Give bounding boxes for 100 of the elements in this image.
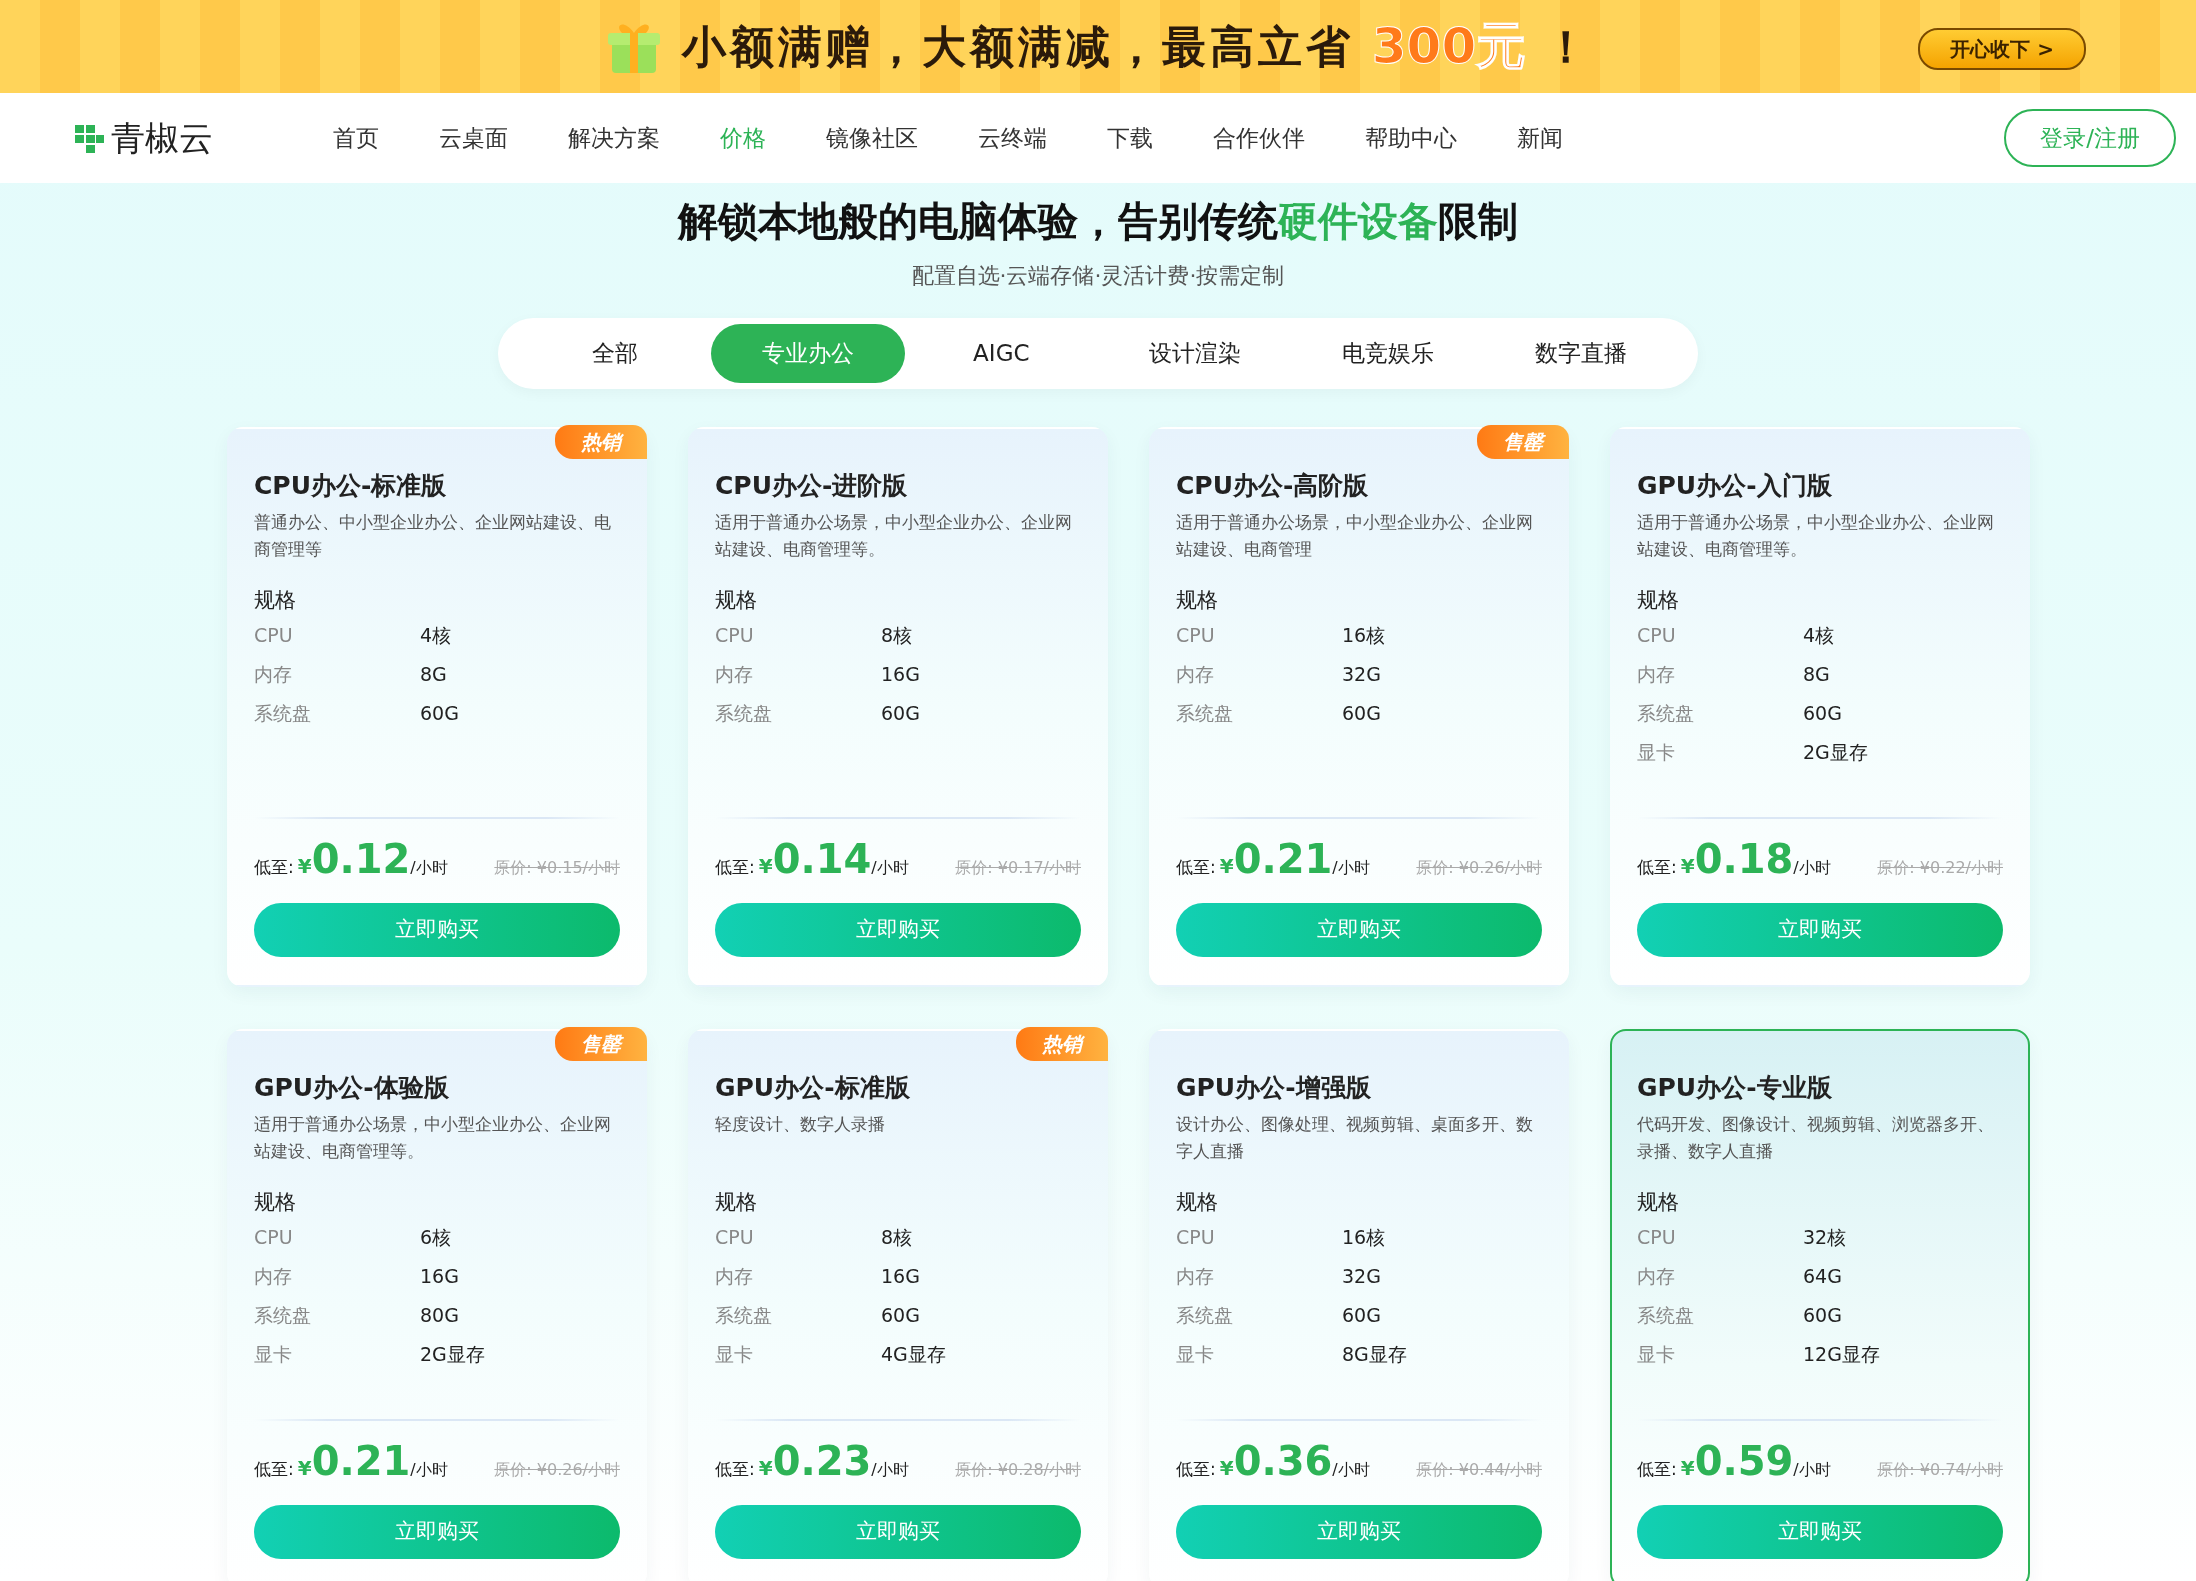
plan-title: GPU办公-体验版: [254, 1072, 450, 1103]
spec-label: CPU: [254, 623, 294, 649]
category-tab[interactable]: 电竞娱乐: [1291, 324, 1485, 383]
plan-description: 适用于普通办公场景，中小型企业办公、企业网站建设、电商管理等。: [715, 510, 1073, 561]
nav-link[interactable]: 云终端: [948, 120, 1077, 156]
original-price: 原价: ¥0.26/小时: [1416, 856, 1542, 879]
spec-label: CPU: [1176, 623, 1216, 649]
plan-tag: 售罄: [555, 1026, 647, 1061]
plan-description: 适用于普通办公场景，中小型企业办公、企业网站建设、电商管理: [1176, 510, 1534, 561]
plan-title: CPU办公-标准版: [254, 470, 448, 501]
spec-label: 内存: [1637, 662, 1676, 688]
nav-link[interactable]: 解决方案: [538, 120, 690, 156]
price-value: 0.59: [1694, 1437, 1794, 1484]
spec-value: 60G: [420, 701, 459, 727]
spec-label: 内存: [1637, 1264, 1676, 1290]
nav-link[interactable]: 新闻: [1487, 120, 1593, 156]
price-value: 0.21: [1233, 835, 1333, 882]
price-unit: /小时: [1332, 857, 1370, 877]
original-price: 原价: ¥0.22/小时: [1877, 856, 2003, 879]
original-price: 原价: ¥0.26/小时: [494, 1458, 620, 1481]
nav-link[interactable]: 云桌面: [409, 120, 538, 156]
plan-title: GPU办公-标准版: [715, 1072, 911, 1103]
price-value: 0.23: [772, 1437, 872, 1484]
spec-value: 12G显存: [1803, 1342, 1880, 1368]
spec-label: 显卡: [1176, 1342, 1215, 1368]
original-price: 原价: ¥0.15/小时: [494, 856, 620, 879]
spec-value: 8核: [881, 1225, 913, 1251]
spec-value: 6核: [420, 1225, 452, 1251]
price-unit: /小时: [871, 1459, 909, 1479]
spec-label: 系统盘: [1176, 701, 1234, 727]
spec-label: CPU: [1637, 623, 1677, 649]
spec-value: 32G: [1342, 1264, 1381, 1290]
nav-link[interactable]: 合作伙伴: [1183, 120, 1335, 156]
price-label: 低至:: [254, 1458, 294, 1479]
nav-link[interactable]: 下载: [1077, 120, 1183, 156]
price-label: 低至:: [715, 1458, 755, 1479]
spec-label: 系统盘: [254, 701, 312, 727]
spec-value: 60G: [1803, 1303, 1842, 1329]
plan-description: 轻度设计、数字人录播: [715, 1112, 886, 1136]
promo-banner[interactable]: 小额满赠，大额满减，最高立省 300元 ！ 开心收下 >: [0, 0, 2196, 93]
price-label: 低至:: [1637, 1458, 1677, 1479]
spec-label: 系统盘: [1637, 1303, 1695, 1329]
spec-heading: 规格: [715, 586, 758, 614]
spec-value: 32G: [1342, 662, 1381, 688]
price-unit: /小时: [410, 857, 448, 877]
plan-description: 设计办公、图像处理、视频剪辑、桌面多开、数字人直播: [1176, 1112, 1534, 1163]
nav-link[interactable]: 镜像社区: [796, 120, 948, 156]
currency-sign: ¥: [297, 853, 312, 878]
plan-description: 适用于普通办公场景，中小型企业办公、企业网站建设、电商管理等。: [1637, 510, 1995, 561]
original-price: 原价: ¥0.74/小时: [1877, 1458, 2003, 1481]
spec-value: 8G: [420, 662, 447, 688]
spec-label: CPU: [254, 1225, 294, 1251]
spec-value: 4核: [420, 623, 452, 649]
spec-value: 8G显存: [1342, 1342, 1407, 1368]
spec-value: 64G: [1803, 1264, 1842, 1290]
price-value: 0.36: [1233, 1437, 1333, 1484]
plan-title: CPU办公-进阶版: [715, 470, 909, 501]
plan-title: GPU办公-专业版: [1637, 1072, 1833, 1103]
original-price: 原价: ¥0.28/小时: [955, 1458, 1081, 1481]
price-unit: /小时: [1793, 1459, 1831, 1479]
original-price: 原价: ¥0.17/小时: [955, 856, 1081, 879]
spec-label: 系统盘: [254, 1303, 312, 1329]
price-label: 低至:: [715, 856, 755, 877]
logo-text: 青椒云: [111, 116, 213, 160]
currency-sign: ¥: [758, 1455, 773, 1480]
plan-tag: 热销: [1016, 1026, 1108, 1061]
price-label: 低至:: [1176, 856, 1216, 877]
promo-exclamation: ！: [1544, 19, 1593, 74]
price-unit: /小时: [410, 1459, 448, 1479]
spec-value: 60G: [1342, 1303, 1381, 1329]
category-tab[interactable]: AIGC: [904, 324, 1098, 383]
spec-heading: 规格: [254, 586, 297, 614]
logo-icon: [75, 123, 105, 153]
plan-tag: 售罄: [1477, 424, 1569, 459]
currency-sign: ¥: [297, 1455, 312, 1480]
spec-label: 内存: [1176, 1264, 1215, 1290]
currency-sign: ¥: [1219, 853, 1234, 878]
price-value: 0.12: [311, 835, 411, 882]
spec-label: 系统盘: [1176, 1303, 1234, 1329]
spec-value: 16G: [420, 1264, 459, 1290]
spec-label: 内存: [715, 1264, 754, 1290]
category-tab[interactable]: 全部: [518, 324, 712, 383]
promo-amount: 300元: [1371, 16, 1527, 77]
spec-value: 2G显存: [420, 1342, 485, 1368]
price-label: 低至:: [1176, 1458, 1216, 1479]
nav-link[interactable]: 帮助中心: [1335, 120, 1487, 156]
claim-button[interactable]: 开心收下 >: [1918, 28, 2086, 70]
spec-value: 4G显存: [881, 1342, 946, 1368]
plan-title: GPU办公-入门版: [1637, 470, 1833, 501]
spec-value: 80G: [420, 1303, 459, 1329]
spec-value: 16G: [881, 662, 920, 688]
category-tab[interactable]: 数字直播: [1484, 324, 1678, 383]
price-value: 0.14: [772, 835, 872, 882]
spec-label: 显卡: [715, 1342, 754, 1368]
spec-value: 4核: [1803, 623, 1835, 649]
category-tab[interactable]: 设计渲染: [1098, 324, 1292, 383]
spec-label: CPU: [715, 1225, 755, 1251]
nav-link[interactable]: 首页: [303, 120, 409, 156]
spec-label: 系统盘: [715, 1303, 773, 1329]
currency-sign: ¥: [1680, 1455, 1695, 1480]
